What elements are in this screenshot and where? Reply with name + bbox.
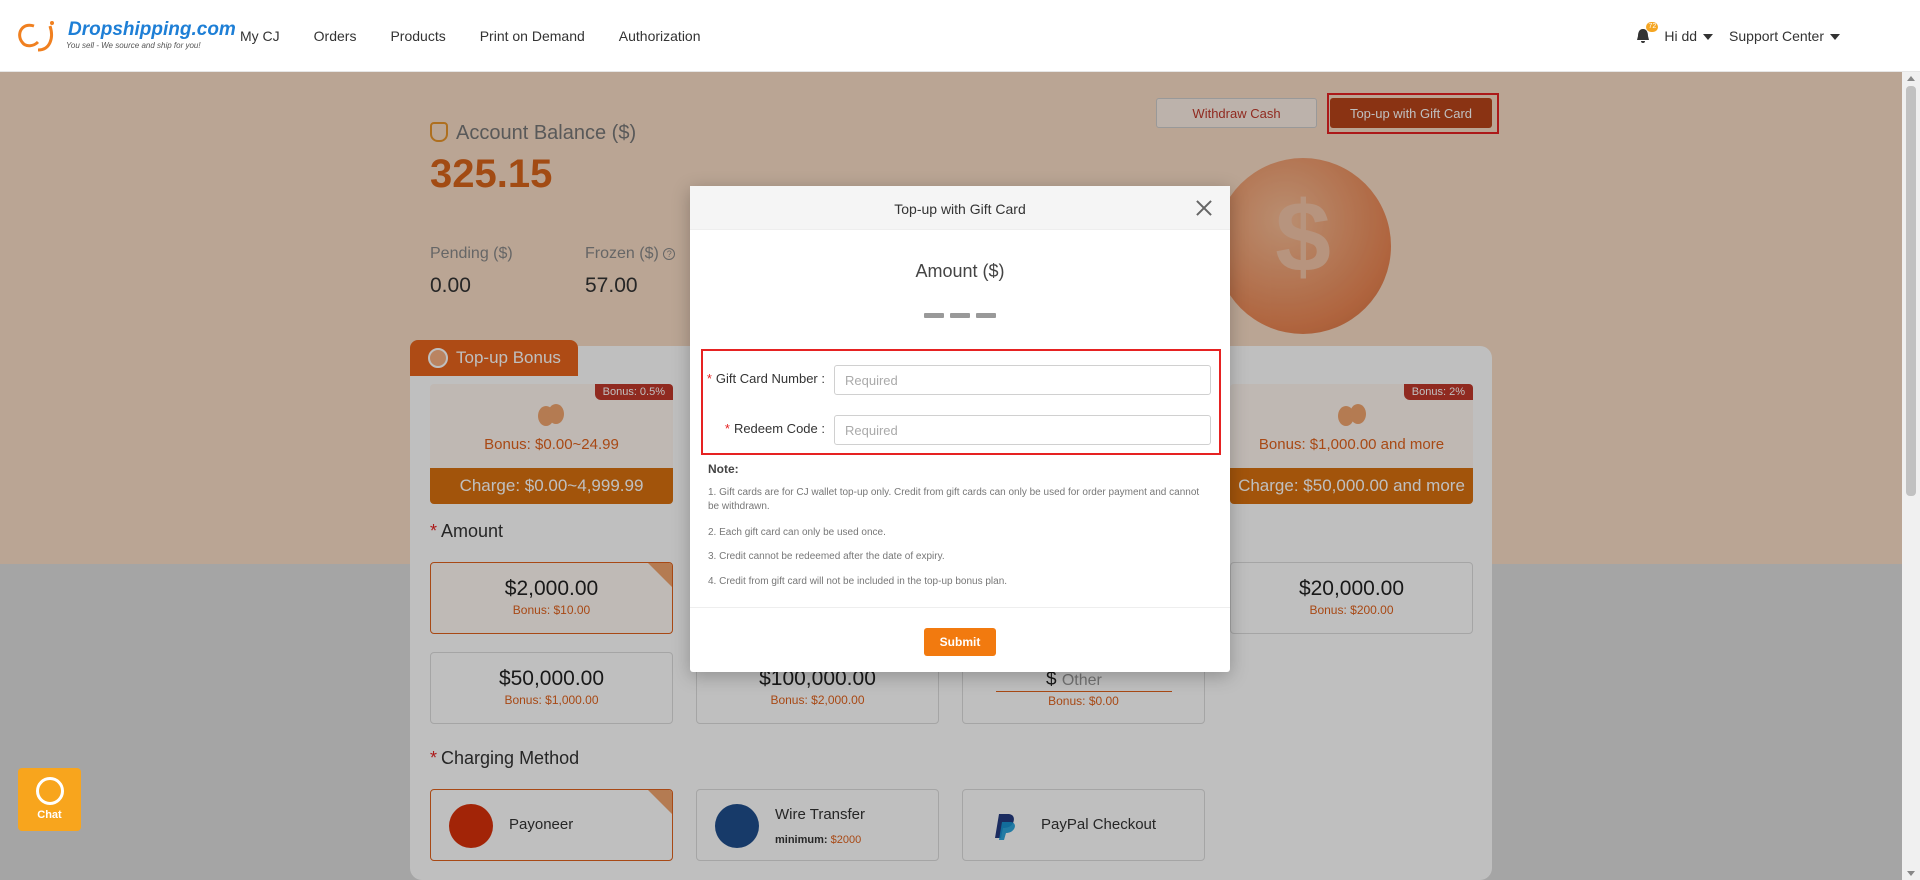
nav-orders[interactable]: Orders bbox=[314, 28, 357, 44]
headset-icon bbox=[35, 777, 64, 805]
notification-bell-icon[interactable]: 72 bbox=[1636, 22, 1659, 44]
amount-placeholder-dashes bbox=[924, 313, 996, 319]
chevron-down-icon bbox=[1703, 34, 1714, 41]
brand-name: Dropshipping.com bbox=[68, 19, 236, 40]
nav-authorization[interactable]: Authorization bbox=[619, 28, 701, 44]
scrollbar-thumb[interactable] bbox=[1906, 86, 1916, 496]
chat-label: Chat bbox=[37, 809, 62, 821]
support-center-menu[interactable]: Support Center bbox=[1729, 28, 1840, 44]
chevron-down-icon bbox=[1830, 34, 1840, 41]
note-item: 3. Credit cannot be redeemed after the d… bbox=[708, 551, 945, 562]
gift-card-modal: Top-up with Gift Card Amount ($) * Gift C… bbox=[690, 186, 1230, 672]
page-scrollbar[interactable] bbox=[1902, 72, 1920, 880]
note-title: Note: bbox=[708, 462, 739, 476]
nav-products[interactable]: Products bbox=[390, 28, 445, 44]
brand-tagline: You sell - We source and ship for you! bbox=[66, 41, 201, 50]
cj-logo-icon bbox=[18, 21, 54, 52]
note-item: 4. Credit from gift card will not be inc… bbox=[708, 576, 1008, 587]
notification-count-badge: 72 bbox=[1646, 22, 1659, 32]
modal-amount-label: Amount ($) bbox=[915, 261, 1005, 281]
support-center-label: Support Center bbox=[1729, 28, 1824, 44]
highlight-form-fields bbox=[701, 349, 1221, 455]
top-navbar: Dropshipping.com You sell - We source an… bbox=[0, 0, 1920, 72]
note-item: 1. Gift cards are for CJ wallet top-up o… bbox=[708, 487, 1200, 512]
nav-my-cj[interactable]: My CJ bbox=[240, 28, 280, 44]
nav-print-on-demand[interactable]: Print on Demand bbox=[480, 28, 585, 44]
close-icon[interactable] bbox=[1196, 200, 1212, 216]
submit-button[interactable]: Submit bbox=[924, 628, 996, 656]
nav-right: 72 Hi dd Support Center bbox=[1636, 0, 1840, 72]
chat-button[interactable]: Chat bbox=[18, 768, 81, 831]
user-menu-label: Hi dd bbox=[1664, 28, 1698, 44]
main-nav: My CJ Orders Products Print on Demand Au… bbox=[240, 0, 735, 72]
user-menu[interactable]: Hi dd bbox=[1664, 28, 1714, 44]
modal-title: Top-up with Gift Card bbox=[690, 186, 1230, 230]
cj-logo[interactable]: Dropshipping.com You sell - We source an… bbox=[14, 18, 236, 54]
modal-divider bbox=[690, 607, 1230, 608]
note-item: 2. Each gift card can only be used once. bbox=[708, 527, 886, 538]
